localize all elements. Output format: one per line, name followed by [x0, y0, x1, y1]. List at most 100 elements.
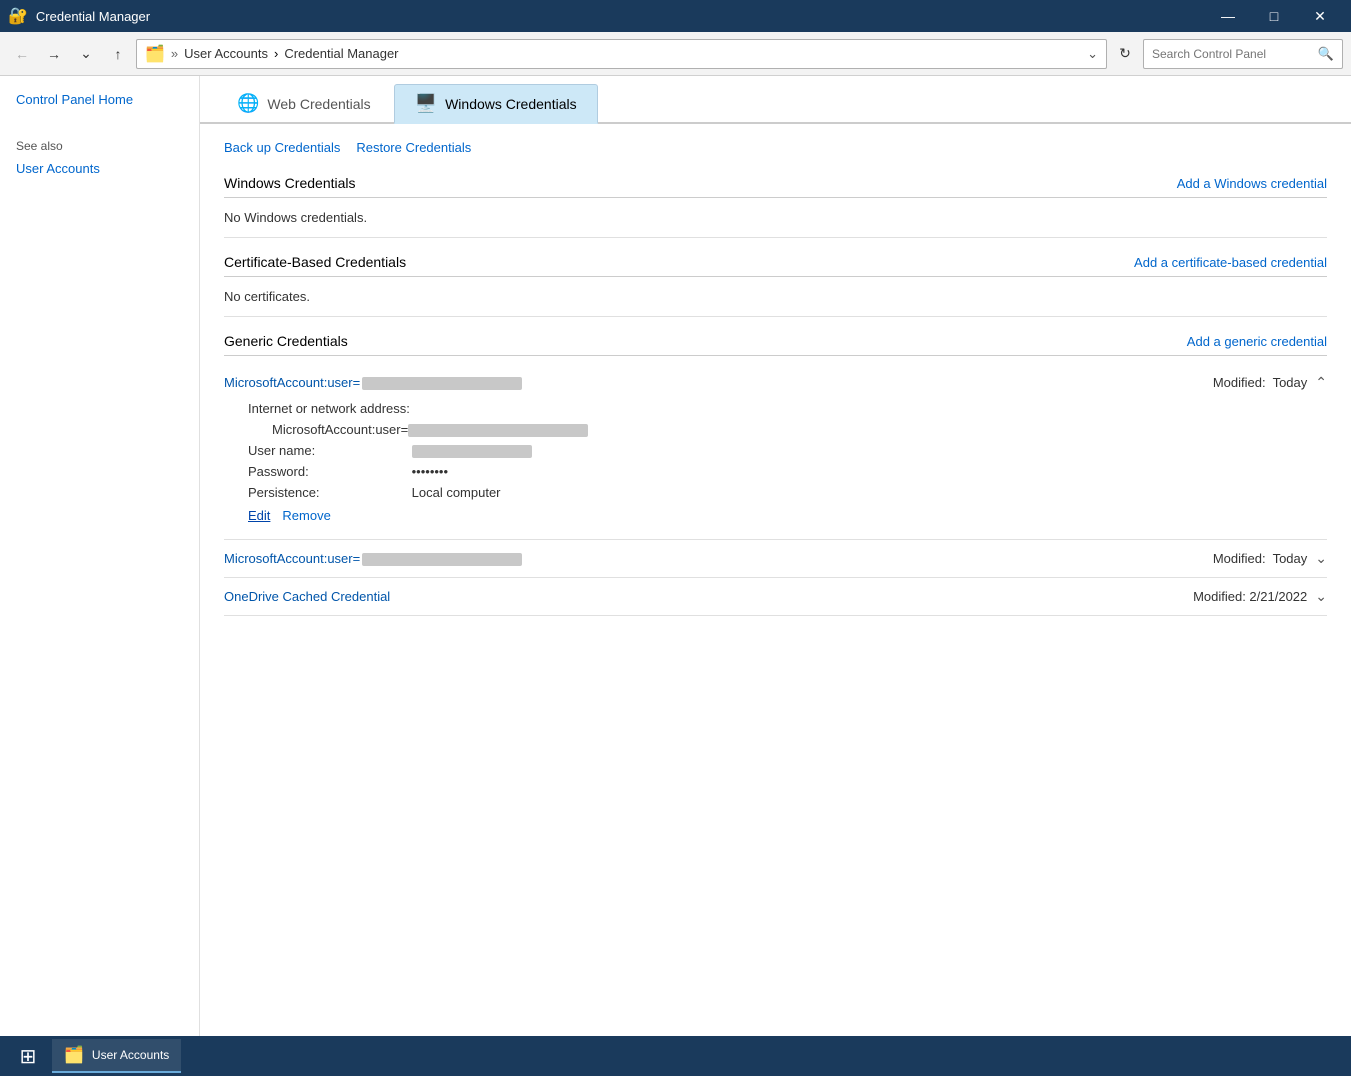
cert-credentials-title: Certificate-Based Credentials — [224, 254, 406, 270]
window-title: Credential Manager — [36, 9, 1205, 24]
credential-1-remove-button[interactable]: Remove — [282, 508, 330, 523]
credential-1-header[interactable]: MicrosoftAccount:user= Modified: Today ⌃ — [224, 372, 1327, 393]
credential-2-chevron-down-icon[interactable]: ⌄ — [1315, 550, 1327, 567]
web-credentials-label: Web Credentials — [267, 96, 370, 112]
breadcrumb: User Accounts › Credential Manager — [184, 46, 1081, 61]
credential-1-name-redacted — [362, 377, 522, 390]
add-cert-credential-link[interactable]: Add a certificate-based credential — [1134, 255, 1327, 270]
credential-2-name-prefix: MicrosoftAccount:user= — [224, 551, 360, 566]
search-input[interactable] — [1152, 47, 1312, 61]
windows-credentials-empty: No Windows credentials. — [224, 206, 1327, 238]
credential-1-actions: Edit Remove — [248, 508, 1327, 523]
addressbar: ← → ⌄ ↑ 🗂️ » User Accounts › Credential … — [0, 32, 1351, 76]
credential-1-modified: Modified: Today — [1213, 375, 1307, 390]
generic-credentials-section: Generic Credentials Add a generic creden… — [224, 333, 1327, 616]
cert-credentials-section: Certificate-Based Credentials Add a cert… — [224, 254, 1327, 317]
sidebar-see-also: See also User Accounts — [16, 139, 183, 176]
add-windows-credential-link[interactable]: Add a Windows credential — [1177, 176, 1327, 191]
cert-credentials-header: Certificate-Based Credentials Add a cert… — [224, 254, 1327, 277]
breadcrumb-arrow: › — [274, 46, 278, 61]
start-button[interactable]: ⊞ — [8, 1040, 48, 1072]
main-layout: Control Panel Home See also User Account… — [0, 76, 1351, 1076]
address-box[interactable]: 🗂️ » User Accounts › Credential Manager … — [136, 39, 1107, 69]
sidebar-control-panel-home[interactable]: Control Panel Home — [16, 92, 183, 107]
credential-1-name-prefix: MicrosoftAccount:user= — [224, 375, 360, 390]
refresh-button[interactable]: ↻ — [1111, 40, 1139, 68]
credential-1-password-value: •••••••• — [412, 464, 448, 479]
search-icon: 🔍 — [1318, 46, 1334, 62]
credential-1-meta: Modified: Today ⌃ — [1213, 374, 1327, 391]
windows-credentials-title: Windows Credentials — [224, 175, 356, 191]
credential-1-persistence-row: Persistence: Local computer — [248, 485, 1327, 500]
credential-1-internet-prefix: MicrosoftAccount:user= — [272, 422, 408, 437]
breadcrumb-current: Credential Manager — [284, 46, 398, 61]
credential-3-modified: Modified: 2/21/2022 — [1193, 589, 1307, 604]
restore-credentials-link[interactable]: Restore Credentials — [356, 140, 471, 155]
credential-2-name: MicrosoftAccount:user= — [224, 551, 522, 566]
up-button[interactable]: ↑ — [104, 40, 132, 68]
generic-credentials-title: Generic Credentials — [224, 333, 348, 349]
address-icon: 🗂️ — [145, 44, 165, 64]
search-box[interactable]: 🔍 — [1143, 39, 1343, 69]
content-area: 🌐 Web Credentials 🖥️ Windows Credentials… — [200, 76, 1351, 1076]
app-icon: 🔐 — [8, 6, 28, 26]
credential-1-username-redacted — [412, 445, 532, 458]
close-button[interactable]: ✕ — [1297, 0, 1343, 32]
tab-bar: 🌐 Web Credentials 🖥️ Windows Credentials — [200, 76, 1351, 124]
credential-1-internet-row: Internet or network address: — [248, 401, 1327, 416]
address-dropdown-icon[interactable]: ⌄ — [1087, 46, 1098, 62]
sidebar-item-user-accounts[interactable]: User Accounts — [16, 161, 183, 176]
taskbar: ⊞ 🗂️ User Accounts — [0, 1036, 1351, 1076]
credential-1-password-label: Password: — [248, 464, 408, 479]
maximize-button[interactable]: □ — [1251, 0, 1297, 32]
credential-1-chevron-up-icon[interactable]: ⌃ — [1315, 374, 1327, 391]
web-credentials-icon: 🌐 — [237, 93, 259, 114]
sidebar: Control Panel Home See also User Account… — [0, 76, 200, 1076]
generic-credentials-header: Generic Credentials Add a generic creden… — [224, 333, 1327, 356]
credential-2-name-redacted — [362, 553, 522, 566]
credential-1-internet-label: Internet or network address: — [248, 401, 410, 416]
backup-credentials-link[interactable]: Back up Credentials — [224, 140, 340, 155]
credential-1-persistence-value: Local computer — [412, 485, 501, 500]
tab-windows-credentials[interactable]: 🖥️ Windows Credentials — [394, 84, 598, 124]
credential-1-details: Internet or network address: MicrosoftAc… — [224, 393, 1327, 531]
credential-row-2: MicrosoftAccount:user= Modified: Today ⌄ — [224, 540, 1327, 578]
taskbar-app-icon: 🗂️ — [64, 1045, 84, 1065]
credential-1-edit-button[interactable]: Edit — [248, 508, 270, 523]
credential-1-internet-value-row: MicrosoftAccount:user= — [248, 422, 1327, 437]
titlebar: 🔐 Credential Manager — □ ✕ — [0, 0, 1351, 32]
credential-2-header[interactable]: MicrosoftAccount:user= Modified: Today ⌄ — [224, 548, 1327, 569]
breadcrumb-separator: » — [171, 46, 178, 61]
forward-button[interactable]: → — [40, 40, 68, 68]
window-controls: — □ ✕ — [1205, 0, 1343, 32]
add-generic-credential-link[interactable]: Add a generic credential — [1187, 334, 1327, 349]
credential-2-meta: Modified: Today ⌄ — [1213, 550, 1327, 567]
credential-1-name: MicrosoftAccount:user= — [224, 375, 522, 390]
credential-1-username-label: User name: — [248, 443, 408, 458]
credential-1-internet-redacted — [408, 424, 588, 437]
content-scroll: Back up Credentials Restore Credentials … — [200, 124, 1351, 1076]
credential-row-3: OneDrive Cached Credential Modified: 2/2… — [224, 578, 1327, 616]
credential-1-password-row: Password: •••••••• — [248, 464, 1327, 479]
credential-3-meta: Modified: 2/21/2022 ⌄ — [1193, 588, 1327, 605]
windows-credentials-header: Windows Credentials Add a Windows creden… — [224, 175, 1327, 198]
credential-1-username-row: User name: — [248, 443, 1327, 458]
tab-web-credentials[interactable]: 🌐 Web Credentials — [216, 84, 392, 122]
back-button[interactable]: ← — [8, 40, 36, 68]
dropdown-button[interactable]: ⌄ — [72, 40, 100, 68]
windows-credentials-section: Windows Credentials Add a Windows creden… — [224, 175, 1327, 238]
credential-row-1: MicrosoftAccount:user= Modified: Today ⌃… — [224, 364, 1327, 540]
credential-3-chevron-down-icon[interactable]: ⌄ — [1315, 588, 1327, 605]
sidebar-see-also-title: See also — [16, 139, 183, 153]
taskbar-app-label: User Accounts — [92, 1048, 169, 1062]
credential-3-name: OneDrive Cached Credential — [224, 589, 390, 604]
windows-credentials-label: Windows Credentials — [445, 96, 577, 112]
links-row: Back up Credentials Restore Credentials — [224, 140, 1327, 155]
cert-credentials-empty: No certificates. — [224, 285, 1327, 317]
taskbar-credential-manager[interactable]: 🗂️ User Accounts — [52, 1039, 181, 1073]
minimize-button[interactable]: — — [1205, 0, 1251, 32]
breadcrumb-root[interactable]: User Accounts — [184, 46, 268, 61]
credential-3-name-text: OneDrive Cached Credential — [224, 589, 390, 604]
windows-credentials-icon: 🖥️ — [415, 93, 437, 114]
credential-3-header[interactable]: OneDrive Cached Credential Modified: 2/2… — [224, 586, 1327, 607]
